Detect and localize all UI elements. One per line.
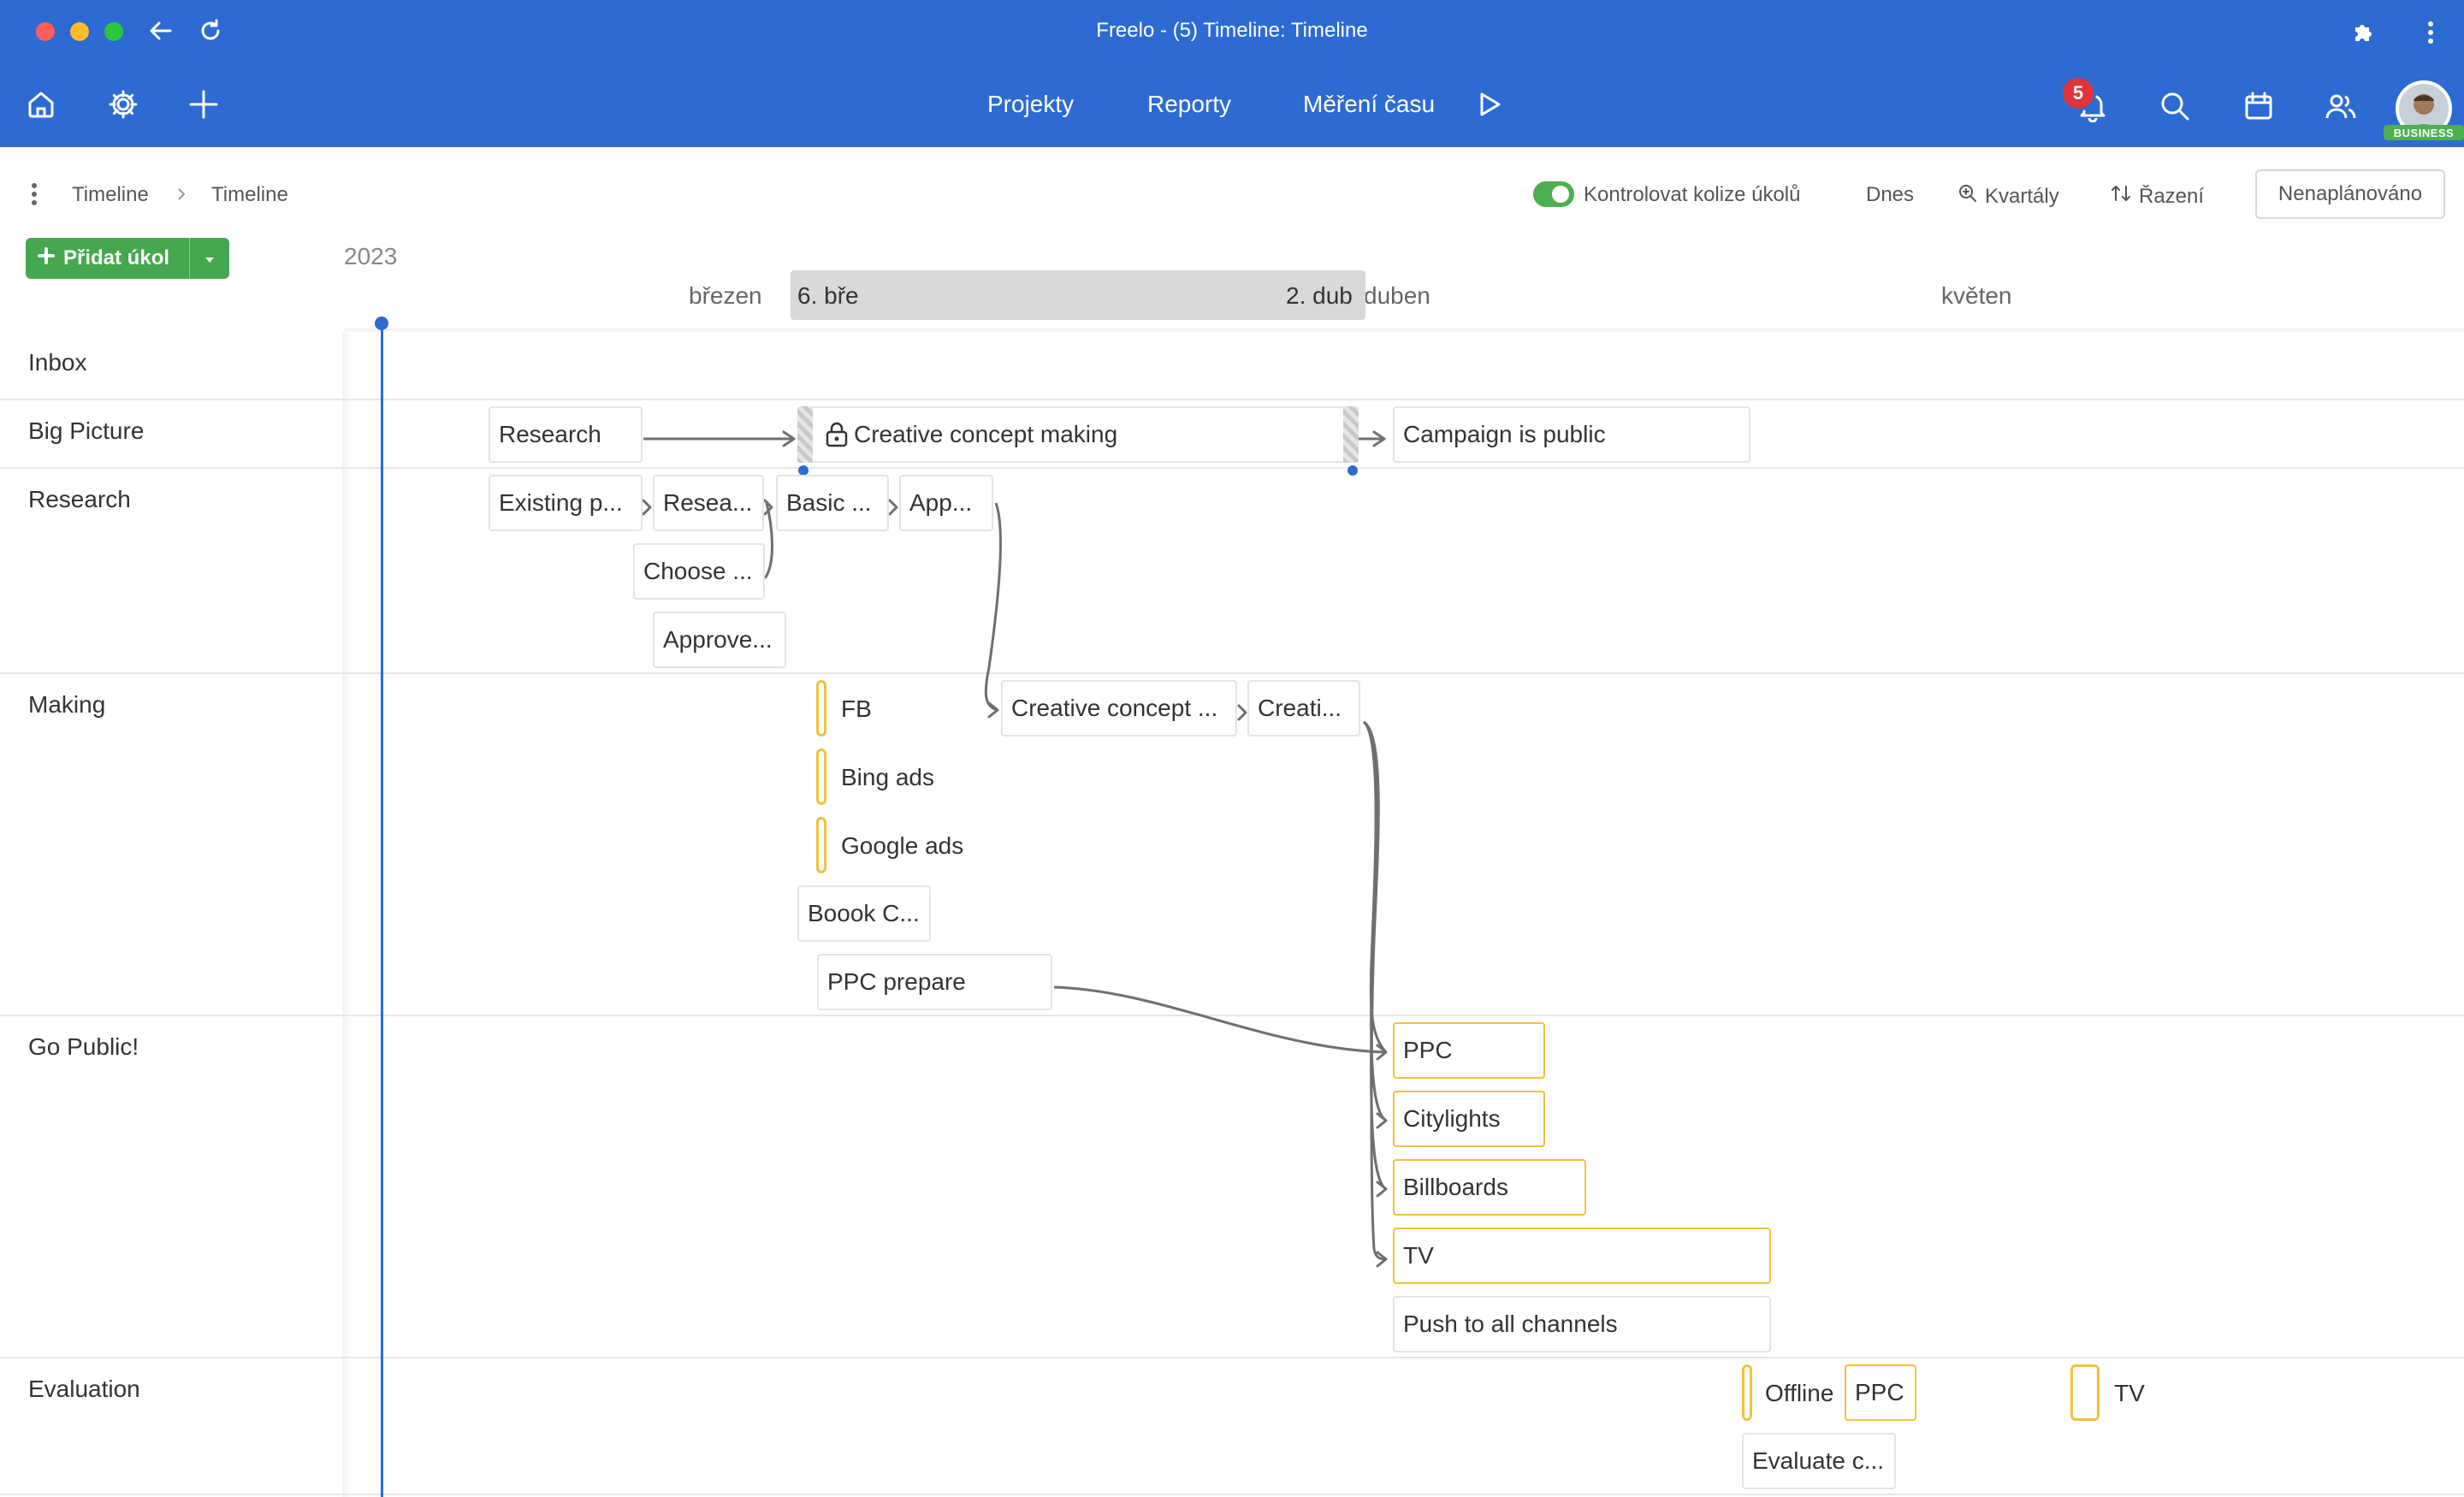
business-plan-badge: BUSINESS (2384, 125, 2464, 140)
month-may: květen (1941, 282, 2012, 309)
group-evaluation: Evaluation (28, 1376, 140, 1402)
more-vertical-icon[interactable] (2418, 17, 2443, 48)
unplanned-button[interactable]: Nenaplánováno (2255, 169, 2445, 219)
row-divider (0, 467, 2464, 469)
group-making: Making (28, 691, 106, 718)
nav-time-tracking[interactable]: Měření času (1303, 91, 1435, 118)
collision-check-label: Kontrolovat kolize úkolů (1584, 183, 1801, 206)
breadcrumb-first[interactable]: Timeline (72, 183, 149, 207)
extensions-puzzle-icon[interactable] (2348, 17, 2378, 48)
nav-projects[interactable]: Projekty (987, 91, 1074, 118)
add-task-dropdown[interactable] (190, 238, 229, 279)
group-go-public: Go Public! (28, 1033, 139, 1060)
task-billboards[interactable]: Billboards (1393, 1159, 1586, 1216)
range-end: 2. dub (1286, 282, 1353, 309)
play-timer-icon[interactable] (1472, 87, 1506, 121)
milestone-google[interactable] (816, 817, 826, 873)
group-big-picture: Big Picture (28, 417, 145, 444)
calendar-icon[interactable] (2240, 87, 2277, 125)
today-marker-line (381, 322, 383, 1497)
dependency-links (642, 430, 1388, 1268)
month-april: duben (1364, 282, 1430, 309)
task-ppc[interactable]: PPC (1393, 1022, 1545, 1079)
timeline-year: 2023 (344, 243, 398, 269)
zoom-icon (1958, 183, 1978, 210)
group-research: Research (28, 486, 131, 512)
task-basic[interactable]: Basic ... (776, 475, 889, 531)
search-icon[interactable] (2156, 87, 2194, 125)
add-task-label: Přidat úkol (63, 246, 170, 269)
sort-arrows-icon (2110, 183, 2132, 210)
row-divider (0, 1015, 2464, 1016)
lock-icon (825, 422, 849, 447)
milestone-fb[interactable] (816, 680, 826, 737)
group-inbox: Inbox (28, 349, 87, 376)
caret-down-icon (204, 246, 216, 270)
task-choose[interactable]: Choose ... (633, 543, 765, 600)
row-divider (0, 399, 2464, 400)
today-marker-dot (375, 317, 388, 330)
range-end-dot (1348, 465, 1358, 476)
add-plus-icon[interactable] (185, 86, 222, 123)
sidebar-divider (342, 334, 352, 1497)
plus-icon (38, 246, 55, 270)
breadcrumb-second[interactable]: Timeline (211, 183, 288, 207)
task-google-label: Google ads (841, 832, 964, 859)
nav-reports[interactable]: Reporty (1147, 91, 1231, 118)
header-shadow (344, 328, 2464, 334)
task-research[interactable]: Research (489, 406, 643, 463)
chevron-right-icon (171, 183, 192, 205)
task-app[interactable]: App... (899, 475, 993, 531)
home-icon[interactable] (22, 86, 60, 123)
task-bing-label: Bing ads (841, 764, 934, 790)
task-citylights[interactable]: Citylights (1393, 1091, 1545, 1147)
milestone-offline[interactable] (1742, 1364, 1752, 1421)
today-button[interactable]: Dnes (1866, 183, 1914, 207)
row-divider (0, 1357, 2464, 1358)
task-evaluate[interactable]: Evaluate c... (1742, 1433, 1896, 1489)
sort-label: Řazení (2139, 184, 2205, 208)
add-task-main[interactable]: Přidat úkol (26, 238, 190, 279)
row-divider (0, 1494, 2464, 1495)
notification-count-badge: 5 (2060, 75, 2096, 111)
month-march: březen (689, 282, 762, 309)
task-tv-eval-label: TV (2114, 1380, 2145, 1406)
task-approve[interactable]: Approve... (653, 612, 786, 668)
task-ppc-prepare[interactable]: PPC prepare (817, 954, 1052, 1010)
task-creati[interactable]: Creati... (1247, 680, 1360, 737)
task-resea[interactable]: Resea... (653, 475, 764, 531)
quarters-label: Kvartály (1985, 184, 2059, 208)
task-label: Creative concept making (854, 421, 1118, 447)
resize-handle-right[interactable] (1343, 406, 1359, 463)
collision-check-toggle[interactable] (1533, 181, 1574, 207)
task-existing[interactable]: Existing p... (489, 475, 643, 531)
task-offline-label: Offline (1765, 1380, 1834, 1406)
task-creative-concept-making[interactable]: Creative concept making (797, 406, 1353, 463)
window-title: Freelo - (5) Timeline: Timeline (1096, 19, 1368, 42)
milestone-tv[interactable] (2070, 1364, 2100, 1421)
range-start: 6. bře (797, 282, 859, 309)
quarters-zoom-button[interactable]: Kvartály (1958, 183, 2059, 210)
add-task-button[interactable]: Přidat úkol (26, 238, 229, 279)
row-divider (0, 672, 2464, 674)
task-push-channels[interactable]: Push to all channels (1393, 1296, 1771, 1352)
app-header: Freelo - (5) Timeline: Timeline Projekty… (0, 0, 2464, 147)
task-fb-label: FB (841, 695, 872, 722)
task-campaign-public[interactable]: Campaign is public (1393, 406, 1750, 463)
team-users-icon[interactable] (2322, 87, 2360, 125)
task-ppc-eval[interactable]: PPC (1845, 1364, 1916, 1421)
resize-handle-left[interactable] (797, 406, 813, 463)
milestone-bing[interactable] (816, 748, 826, 805)
task-tv[interactable]: TV (1393, 1228, 1771, 1284)
task-boook[interactable]: Boook C... (797, 885, 931, 942)
more-options-icon[interactable] (26, 180, 43, 209)
today-label: Dnes (1866, 183, 1915, 206)
selected-range (791, 270, 1365, 320)
sort-button[interactable]: Řazení (2110, 183, 2204, 210)
settings-gear-icon[interactable] (104, 86, 142, 123)
task-creative-concept[interactable]: Creative concept ... (1001, 680, 1237, 737)
